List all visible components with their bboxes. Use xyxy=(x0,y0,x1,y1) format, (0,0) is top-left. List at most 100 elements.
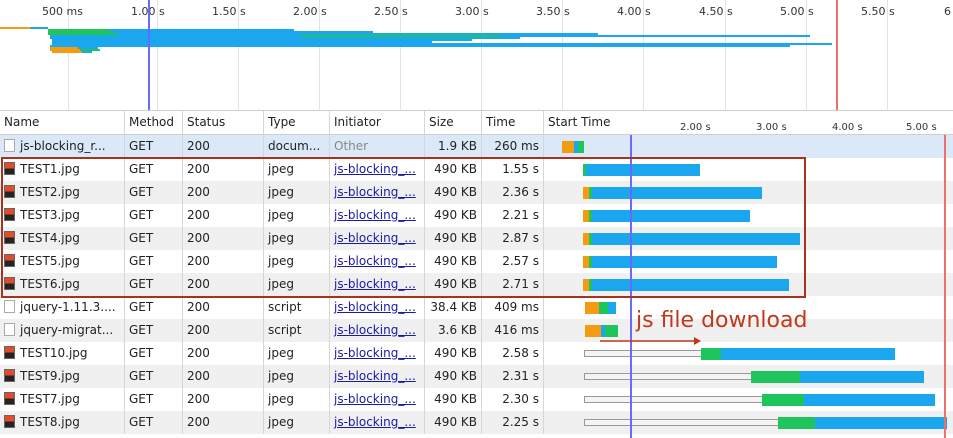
cell-initiator[interactable]: js-blocking_... xyxy=(330,181,425,204)
cell-type-text: jpeg xyxy=(268,162,294,176)
overview-request-bar xyxy=(0,27,30,29)
cell-initiator[interactable]: js-blocking_... xyxy=(330,365,425,388)
cell-size: 1.9 KB xyxy=(425,135,482,158)
request-row[interactable]: TEST1.jpg GET 200 jpeg js-blocking_... 490 KB… xyxy=(0,158,953,181)
overview-request-bar xyxy=(500,35,810,37)
cell-name: TEST10.jpg xyxy=(0,342,125,365)
cell-method-text: GET xyxy=(129,185,154,199)
cell-initiator-text[interactable]: js-blocking_... xyxy=(334,162,416,176)
request-row[interactable]: TEST3.jpg GET 200 jpeg js-blocking_... 490 KB… xyxy=(0,204,953,227)
cell-initiator[interactable]: js-blocking_... xyxy=(330,158,425,181)
column-header-size[interactable]: Size xyxy=(425,111,482,134)
cell-status-text: 200 xyxy=(187,254,210,268)
cell-type: jpeg xyxy=(264,273,330,296)
column-header-start-time[interactable]: Start Time xyxy=(544,111,636,134)
cell-initiator[interactable]: js-blocking_... xyxy=(330,411,425,434)
waterfall-timing-bar xyxy=(592,233,800,245)
waterfall-timing-bar xyxy=(815,417,947,429)
cell-type-text: jpeg xyxy=(268,254,294,268)
cell-type: jpeg xyxy=(264,227,330,250)
cell-initiator[interactable]: js-blocking_... xyxy=(330,204,425,227)
request-row[interactable]: TEST6.jpg GET 200 jpeg js-blocking_... 490 KB… xyxy=(0,273,953,296)
timeline-overview[interactable]: 500 ms 1.00 s 1.50 s 2.00 s 2.50 s 3.00 s 3.50… xyxy=(0,0,953,110)
request-row[interactable]: TEST9.jpg GET 200 jpeg js-blocking_... 490 KB… xyxy=(0,365,953,388)
cell-initiator[interactable]: js-blocking_... xyxy=(330,296,425,319)
cell-initiator-text[interactable]: js-blocking_... xyxy=(334,185,416,199)
waterfall-timing-bar xyxy=(592,187,762,199)
cell-size: 490 KB xyxy=(425,181,482,204)
cell-initiator-text[interactable]: js-blocking_... xyxy=(334,231,416,245)
cell-initiator[interactable]: js-blocking_... xyxy=(330,388,425,411)
cell-name: TEST4.jpg xyxy=(0,227,125,250)
column-header-status[interactable]: Status xyxy=(183,111,264,134)
cell-status-text: 200 xyxy=(187,277,210,291)
request-row[interactable]: jquery-1.11.3.... GET 200 script js-blocking… xyxy=(0,296,953,319)
request-name: TEST1.jpg xyxy=(20,162,80,176)
cell-initiator-text[interactable]: js-blocking_... xyxy=(334,208,416,222)
column-header-name[interactable]: Name xyxy=(0,111,125,134)
column-header-method[interactable]: Method xyxy=(125,111,183,134)
waterfall-timing-bar xyxy=(586,164,700,176)
cell-name: jquery-migrat... xyxy=(0,319,125,342)
cell-size-text: 490 KB xyxy=(434,231,477,245)
cell-time-text: 2.57 s xyxy=(502,254,539,268)
cell-initiator-text[interactable]: js-blocking_... xyxy=(334,369,416,383)
request-row[interactable]: TEST8.jpg GET 200 jpeg js-blocking_... 490 KB… xyxy=(0,411,953,434)
waterfall-timing-bar xyxy=(701,348,721,360)
cell-initiator-text[interactable]: js-blocking_... xyxy=(334,277,416,291)
cell-size-text: 490 KB xyxy=(434,208,477,222)
cell-initiator[interactable]: js-blocking_... xyxy=(330,250,425,273)
cell-initiator-text[interactable]: js-blocking_... xyxy=(334,300,416,314)
column-header-initiator[interactable]: Initiator xyxy=(330,111,425,134)
cell-time: 2.71 s xyxy=(482,273,544,296)
request-row[interactable]: js-blocking_r... GET 200 docum... Other 1.9 K… xyxy=(0,135,953,158)
cell-type-text: script xyxy=(268,323,302,337)
cell-initiator[interactable]: js-blocking_... xyxy=(330,342,425,365)
cell-size: 490 KB xyxy=(425,273,482,296)
cell-type-text: jpeg xyxy=(268,346,294,360)
cell-size-text: 38.4 KB xyxy=(430,300,477,314)
overview-tick-label: 4.50 s xyxy=(699,5,733,18)
cell-status: 200 xyxy=(183,158,264,181)
column-header-type[interactable]: Type xyxy=(264,111,330,134)
cell-status: 200 xyxy=(183,388,264,411)
cell-size: 38.4 KB xyxy=(425,296,482,319)
request-row[interactable]: TEST4.jpg GET 200 jpeg js-blocking_... 490 KB… xyxy=(0,227,953,250)
cell-initiator[interactable]: js-blocking_... xyxy=(330,273,425,296)
cell-type: jpeg xyxy=(264,388,330,411)
cell-initiator-text[interactable]: js-blocking_... xyxy=(334,254,416,268)
cell-initiator[interactable]: js-blocking_... xyxy=(330,319,425,342)
request-name: TEST4.jpg xyxy=(20,231,80,245)
request-name: js-blocking_r... xyxy=(20,139,106,153)
cell-initiator-text[interactable]: js-blocking_... xyxy=(334,415,416,429)
cell-initiator[interactable]: js-blocking_... xyxy=(330,227,425,250)
cell-time-text: 409 ms xyxy=(494,300,539,314)
load-event-marker-waterfall xyxy=(944,135,946,438)
cell-size-text: 1.9 KB xyxy=(438,139,477,153)
waterfall-tick-label: 3.00 s xyxy=(756,122,787,133)
cell-initiator-text[interactable]: js-blocking_... xyxy=(334,346,416,360)
cell-initiator-text[interactable]: js-blocking_... xyxy=(334,323,416,337)
cell-method-text: GET xyxy=(129,346,154,360)
script-file-icon xyxy=(4,323,15,336)
overview-tick-label: 500 ms xyxy=(42,5,83,18)
column-header-time[interactable]: Time xyxy=(482,111,544,134)
request-row[interactable]: TEST5.jpg GET 200 jpeg js-blocking_... 490 KB… xyxy=(0,250,953,273)
cell-method-text: GET xyxy=(129,369,154,383)
cell-time: 409 ms xyxy=(482,296,544,319)
request-row[interactable]: TEST2.jpg GET 200 jpeg js-blocking_... 490 KB… xyxy=(0,181,953,204)
request-row[interactable]: TEST10.jpg GET 200 jpeg js-blocking_... 490 K… xyxy=(0,342,953,365)
cell-initiator-text[interactable]: js-blocking_... xyxy=(334,392,416,406)
image-file-icon xyxy=(4,254,15,267)
cell-type-text: jpeg xyxy=(268,277,294,291)
cell-size-text: 490 KB xyxy=(434,415,477,429)
cell-status-text: 200 xyxy=(187,185,210,199)
cell-time: 260 ms xyxy=(482,135,544,158)
script-file-icon xyxy=(4,300,15,313)
request-row[interactable]: TEST7.jpg GET 200 jpeg js-blocking_... 490 KB… xyxy=(0,388,953,411)
cell-type: jpeg xyxy=(264,158,330,181)
overview-request-bar xyxy=(52,51,82,53)
cell-time: 416 ms xyxy=(482,319,544,342)
cell-size-text: 490 KB xyxy=(434,254,477,268)
request-row[interactable]: jquery-migrat... GET 200 script js-blocking_… xyxy=(0,319,953,342)
